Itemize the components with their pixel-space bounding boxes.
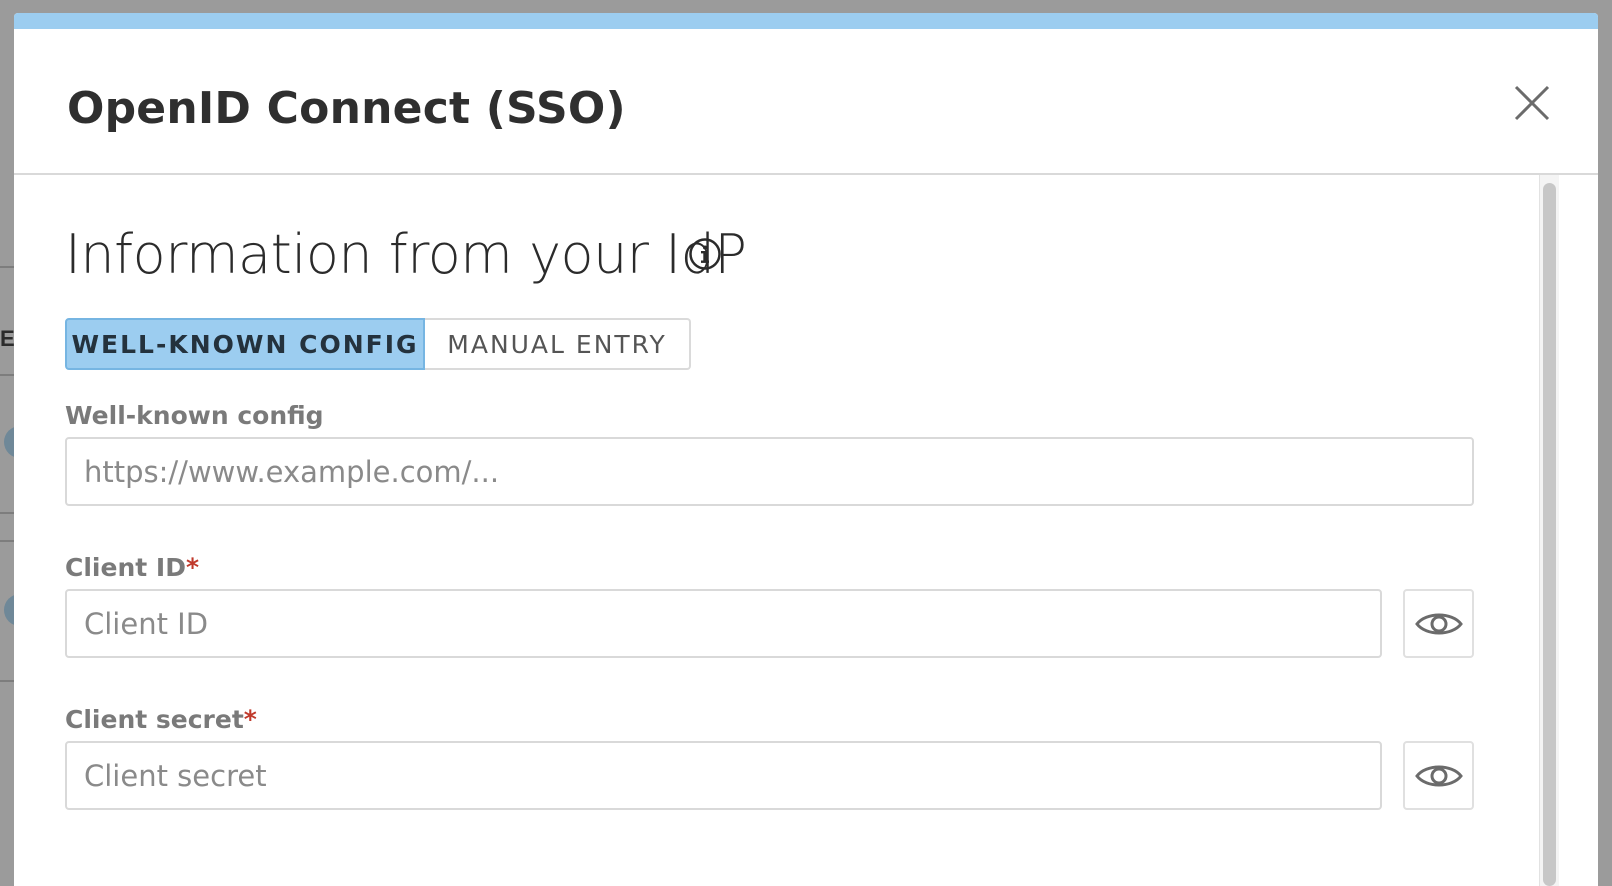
tab-well-known-config[interactable]: WELL-KNOWN CONFIG — [65, 318, 425, 370]
client-id-label: Client ID* — [65, 553, 199, 582]
required-marker: * — [243, 705, 257, 734]
client-secret-input[interactable] — [65, 741, 1382, 810]
close-button[interactable] — [1512, 83, 1552, 123]
close-icon — [1514, 85, 1550, 121]
eye-icon — [1414, 765, 1463, 786]
modal-accent-bar — [14, 13, 1598, 29]
modal-title: OpenID Connect (SSO) — [67, 83, 626, 134]
client-secret-visibility-toggle[interactable] — [1403, 741, 1474, 810]
info-icon[interactable] — [688, 237, 722, 271]
required-marker: * — [185, 553, 200, 582]
well-known-config-label: Well-known config — [65, 401, 324, 430]
client-secret-label-text: Client secret — [65, 705, 244, 734]
client-secret-label: Client secret* — [65, 705, 257, 734]
client-id-label-text: Client ID — [65, 553, 186, 582]
client-id-visibility-toggle[interactable] — [1403, 589, 1474, 658]
tab-manual-entry[interactable]: MANUAL ENTRY — [425, 318, 691, 370]
scrollbar-thumb[interactable] — [1543, 183, 1556, 886]
section-title: Information from your IdP — [65, 223, 747, 286]
config-mode-tabs: WELL-KNOWN CONFIG MANUAL ENTRY — [65, 318, 691, 370]
sso-modal: OpenID Connect (SSO) Information from yo… — [14, 13, 1598, 886]
modal-header: OpenID Connect (SSO) — [14, 29, 1598, 175]
eye-icon — [1414, 613, 1463, 634]
background-partial-text: E — [0, 326, 14, 351]
well-known-config-input[interactable] — [65, 437, 1474, 506]
client-id-input[interactable] — [65, 589, 1382, 658]
modal-body: Information from your IdP WELL-KNOWN CON… — [14, 175, 1598, 886]
